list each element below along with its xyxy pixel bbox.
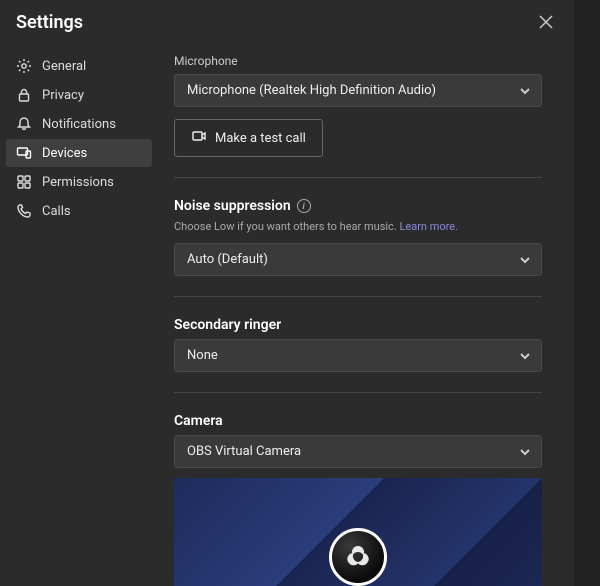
chevron-down-icon: [519, 446, 531, 458]
sidebar-item-permissions[interactable]: Permissions: [6, 168, 152, 196]
noise-suppression-section: Noise suppression i Choose Low if you wa…: [174, 177, 542, 276]
apps-icon: [16, 174, 32, 190]
info-icon[interactable]: i: [297, 199, 311, 213]
microphone-select[interactable]: Microphone (Realtek High Definition Audi…: [174, 74, 542, 107]
sidebar-item-label: Privacy: [42, 88, 84, 103]
sidebar-item-notifications[interactable]: Notifications: [6, 110, 152, 138]
obs-logo-icon: [329, 528, 387, 586]
test-call-label: Make a test call: [215, 131, 306, 146]
dialog-title: Settings: [16, 12, 83, 33]
phone-icon: [16, 203, 32, 219]
sidebar-item-label: Notifications: [42, 117, 116, 132]
camera-preview: Preview: [174, 478, 542, 586]
sidebar-item-general[interactable]: General: [6, 52, 152, 80]
sidebar-item-privacy[interactable]: Privacy: [6, 81, 152, 109]
noise-suppression-selected-value: Auto (Default): [187, 252, 268, 267]
secondary-ringer-title: Secondary ringer: [174, 317, 542, 333]
settings-content: Microphone Microphone (Realtek High Defi…: [158, 44, 558, 586]
chevron-down-icon: [519, 254, 531, 266]
noise-suppression-select[interactable]: Auto (Default): [174, 243, 542, 276]
sidebar-item-calls[interactable]: Calls: [6, 197, 152, 225]
camera-title: Camera: [174, 413, 542, 429]
camera-selected-value: OBS Virtual Camera: [187, 444, 301, 459]
camera-select[interactable]: OBS Virtual Camera: [174, 435, 542, 468]
sidebar-item-devices[interactable]: Devices: [6, 139, 152, 167]
microphone-selected-value: Microphone (Realtek High Definition Audi…: [187, 83, 436, 98]
devices-icon: [16, 145, 32, 161]
close-icon: [539, 15, 553, 33]
close-button[interactable]: [534, 12, 558, 36]
sidebar-item-label: General: [42, 59, 86, 74]
settings-dialog: Settings General Privacy: [0, 0, 574, 586]
lock-icon: [16, 87, 32, 103]
chevron-down-icon: [519, 350, 531, 362]
noise-suppression-title: Noise suppression i: [174, 198, 542, 214]
secondary-ringer-selected-value: None: [187, 348, 218, 363]
dialog-header: Settings: [0, 0, 574, 44]
microphone-section: Microphone Microphone (Realtek High Defi…: [174, 54, 542, 157]
test-call-icon: [191, 128, 207, 148]
microphone-label: Microphone: [174, 54, 542, 68]
gear-icon: [16, 58, 32, 74]
secondary-ringer-section: Secondary ringer None: [174, 296, 542, 372]
secondary-ringer-select[interactable]: None: [174, 339, 542, 372]
sidebar-item-label: Calls: [42, 204, 71, 219]
bell-icon: [16, 116, 32, 132]
settings-sidebar: General Privacy Notifications Devices: [0, 44, 158, 586]
sidebar-item-label: Permissions: [42, 175, 114, 190]
sidebar-item-label: Devices: [42, 146, 87, 161]
camera-section: Camera OBS Virtual Camera: [174, 392, 542, 586]
learn-more-link[interactable]: Learn more.: [399, 220, 458, 233]
chevron-down-icon: [519, 85, 531, 97]
noise-suppression-desc: Choose Low if you want others to hear mu…: [174, 220, 542, 233]
make-test-call-button[interactable]: Make a test call: [174, 119, 323, 157]
